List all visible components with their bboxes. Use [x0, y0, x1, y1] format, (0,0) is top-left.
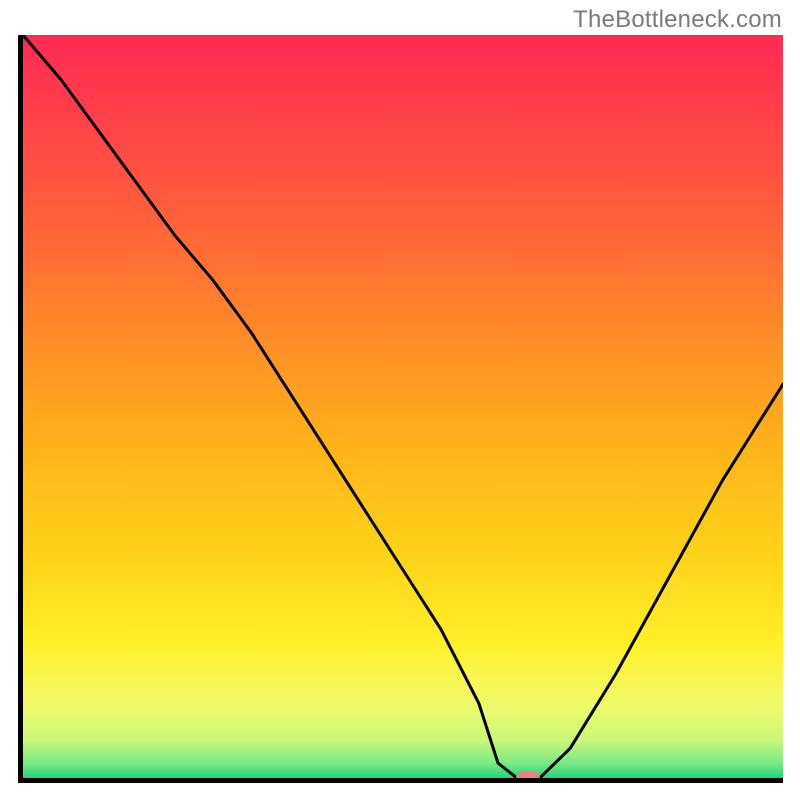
background-gradient — [23, 35, 783, 778]
watermark-label: TheBottleneck.com — [573, 6, 782, 34]
bottleneck-chart: TheBottleneck.com — [0, 0, 800, 800]
optimal-marker — [516, 772, 540, 783]
plot-area — [18, 35, 783, 783]
